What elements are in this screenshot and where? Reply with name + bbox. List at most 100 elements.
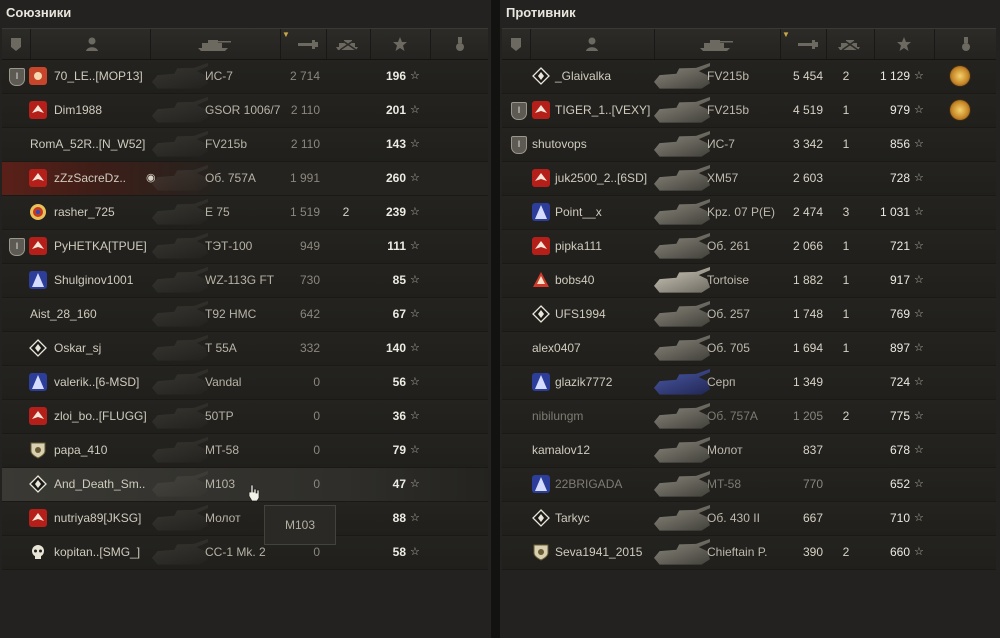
player-name[interactable]: alex0407: [532, 332, 581, 365]
player-row[interactable]: papa_410 MT-58 0 79 ☆: [2, 434, 488, 468]
player-name[interactable]: And_Death_Sm..: [54, 468, 145, 501]
player-name[interactable]: glazik7772: [555, 366, 612, 399]
player-row[interactable]: zloi_bo..[FLUGG] 50TP 0 36 ☆: [2, 400, 488, 434]
player-name[interactable]: 70_LE..[MOP13]: [54, 60, 143, 93]
player-row[interactable]: Aist_28_160 T92 HMC 642 67 ☆: [2, 298, 488, 332]
tank-image: [152, 369, 208, 395]
player-name[interactable]: Seva1941_2015: [555, 536, 642, 569]
col-kills-header[interactable]: [826, 29, 875, 59]
player-name[interactable]: papa_410: [54, 434, 107, 467]
player-row[interactable]: Tarkyc Об. 430 II 667 710 ☆: [502, 502, 996, 536]
clan-emblem-icon: [29, 169, 47, 187]
star-icon: [393, 37, 407, 51]
col-kills-header[interactable]: [326, 29, 371, 59]
tank-name: Об. 757А: [707, 409, 758, 423]
col-badge-header[interactable]: [2, 29, 31, 59]
player-name[interactable]: Tarkyc: [555, 502, 590, 535]
tank-name: T92 HMC: [205, 307, 257, 321]
damage-value: 0: [313, 477, 320, 491]
player-name[interactable]: PyHETKA[TPUE]: [54, 230, 147, 263]
player-name[interactable]: zloi_bo..[FLUGG]: [54, 400, 147, 433]
player-row[interactable]: I PyHETKA[TPUE] ТЭТ-100 949 111 ☆: [2, 230, 488, 264]
col-exp-header[interactable]: [370, 29, 431, 59]
achievement-medal-icon[interactable]: [950, 66, 970, 86]
player-row[interactable]: kamalov12 Молот 837 678 ☆: [502, 434, 996, 468]
player-row[interactable]: 22BRIGADA MT-58 770 652 ☆: [502, 468, 996, 502]
player-row[interactable]: Point__x Kpz. 07 P(E) 2 474 3 1 031 ☆: [502, 196, 996, 230]
player-name[interactable]: kopitan..[SMG_]: [54, 536, 140, 569]
experience-value: 79: [392, 443, 406, 457]
player-row[interactable]: valerik..[6-MSD] Vandal 0 56 ☆: [2, 366, 488, 400]
experience-value: 260: [385, 171, 406, 185]
achievement-medal-icon[interactable]: [950, 100, 970, 120]
player-row[interactable]: I TIGER_1..[VEXY] FV215b 4 519 1 979 ☆: [502, 94, 996, 128]
player-name[interactable]: shutovops: [532, 128, 587, 161]
player-name[interactable]: RomA_52R..[N_W52]: [30, 128, 145, 161]
player-row[interactable]: bobs40 Tortoise 1 882 1 917 ☆: [502, 264, 996, 298]
player-row[interactable]: Seva1941_2015 Chieftain P. 390 2 660 ☆: [502, 536, 996, 570]
tank-image: [152, 335, 208, 361]
player-name[interactable]: Dim1988: [54, 94, 102, 127]
enemies-header: ▼: [502, 28, 996, 60]
player-name[interactable]: juk2500_2..[6SD]: [555, 162, 647, 195]
player-row[interactable]: And_Death_Sm.. M103 0 47 ☆: [2, 468, 488, 502]
col-exp-header[interactable]: [874, 29, 935, 59]
kills-value: [336, 264, 356, 297]
player-row[interactable]: RomA_52R..[N_W52] FV215b 2 110 143 ☆: [2, 128, 488, 162]
tank-image: [654, 233, 710, 259]
player-name[interactable]: Shulginov1001: [54, 264, 133, 297]
player-row[interactable]: Shulginov1001 WZ-113G FT 730 85 ☆: [2, 264, 488, 298]
tank-image: [654, 165, 710, 191]
player-row[interactable]: Dim1988 GSOR 1006/7 2 110 201 ☆: [2, 94, 488, 128]
tank-name: Об. 705: [707, 341, 750, 355]
player-name[interactable]: _Glaivalka: [555, 60, 611, 93]
player-row[interactable]: zZzSacreDz.. ◉ Об. 757А 1 991 260 ☆: [2, 162, 488, 196]
kills-value: [336, 60, 356, 93]
col-player-header[interactable]: [530, 29, 655, 59]
player-row[interactable]: nibilungm Об. 757А 1 205 2 775 ☆: [502, 400, 996, 434]
rank-badge-icon: I: [511, 136, 527, 154]
player-row[interactable]: Ishutovops ИС-7 3 342 1 856 ☆: [502, 128, 996, 162]
tank-name: T 55A: [205, 341, 237, 355]
experience-value: 660: [889, 545, 910, 559]
experience-value: 36: [392, 409, 406, 423]
player-row[interactable]: Oskar_sj T 55A 332 140 ☆: [2, 332, 488, 366]
damage-value: 2 714: [289, 69, 320, 83]
kills-value: [336, 536, 356, 569]
col-medal-header[interactable]: [430, 29, 488, 59]
player-row[interactable]: glazik7772 Серп 1 349 724 ☆: [502, 366, 996, 400]
player-name[interactable]: Oskar_sj: [54, 332, 101, 365]
player-row[interactable]: juk2500_2..[6SD] XM57 2 603 728 ☆: [502, 162, 996, 196]
player-name[interactable]: 22BRIGADA: [555, 468, 622, 501]
player-name[interactable]: zZzSacreDz..: [54, 162, 126, 195]
player-row[interactable]: alex0407 Об. 705 1 694 1 897 ☆: [502, 332, 996, 366]
col-damage-header[interactable]: ▼: [280, 29, 327, 59]
player-row[interactable]: _Glaivalka FV215b 5 454 2 1 129 ☆: [502, 60, 996, 94]
col-player-header[interactable]: [30, 29, 151, 59]
player-name[interactable]: UFS1994: [555, 298, 606, 331]
col-tank-header[interactable]: [150, 29, 281, 59]
player-row[interactable]: kopitan..[SMG_] CC-1 Mk. 2 0 58 ☆: [2, 536, 488, 570]
player-name[interactable]: TIGER_1..[VEXY]: [555, 94, 650, 127]
player-row[interactable]: nutriya89[JKSG]Молот088☆: [2, 502, 488, 536]
player-row[interactable]: pipka111 Об. 261 2 066 1 721 ☆: [502, 230, 996, 264]
player-name[interactable]: rasher_725: [54, 196, 115, 229]
player-name[interactable]: valerik..[6-MSD]: [54, 366, 139, 399]
player-row[interactable]: UFS1994 Об. 257 1 748 1 769 ☆: [502, 298, 996, 332]
col-medal-header[interactable]: [934, 29, 996, 59]
player-name[interactable]: pipka111: [555, 230, 602, 263]
player-name[interactable]: Aist_28_160: [30, 298, 97, 331]
tank-image: [152, 63, 208, 89]
player-name[interactable]: Point__x: [555, 196, 602, 229]
damage-value: 667: [802, 511, 823, 525]
player-name[interactable]: kamalov12: [532, 434, 590, 467]
player-row[interactable]: I 70_LE..[MOP13] ИС-7 2 714 196 ☆: [2, 60, 488, 94]
player-row[interactable]: rasher_725 E 75 1 519 2 239 ☆: [2, 196, 488, 230]
col-tank-header[interactable]: [654, 29, 781, 59]
experience-value: 710: [889, 511, 910, 525]
col-damage-header[interactable]: ▼: [780, 29, 827, 59]
player-name[interactable]: nibilungm: [532, 400, 583, 433]
player-name[interactable]: bobs40: [555, 264, 594, 297]
col-badge-header[interactable]: [502, 29, 531, 59]
player-name[interactable]: nutriya89[JKSG]: [54, 502, 141, 535]
